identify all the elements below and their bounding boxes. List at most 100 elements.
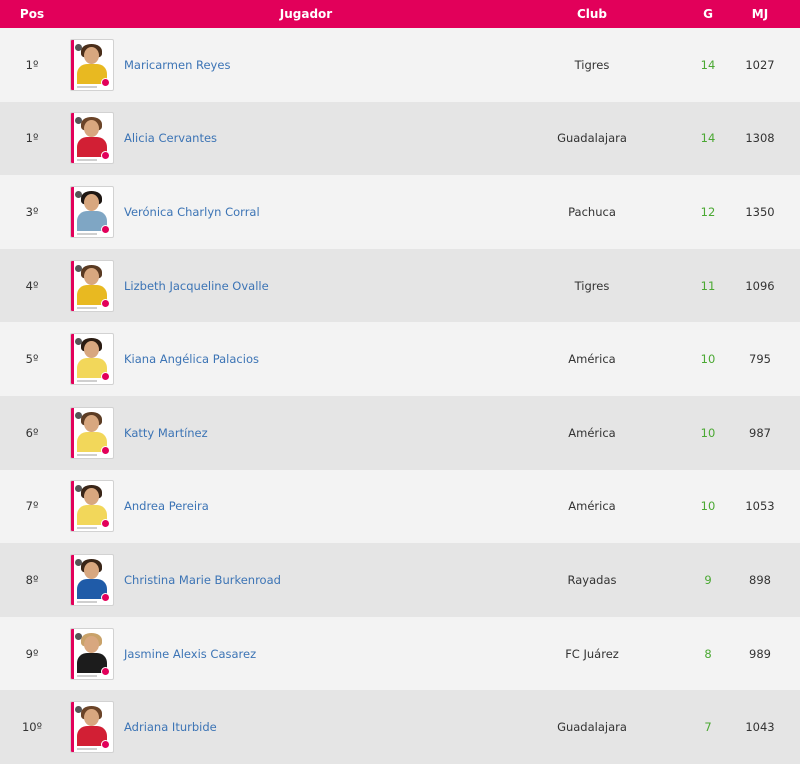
league-logo-icon bbox=[101, 224, 110, 234]
photo-cell bbox=[64, 112, 124, 165]
player-name-cell: Maricarmen Reyes bbox=[124, 58, 488, 72]
minutes-cell: 1308 bbox=[745, 131, 775, 146]
position-cell: 9º bbox=[25, 646, 39, 661]
player-photo[interactable] bbox=[70, 333, 114, 386]
player-face bbox=[84, 193, 99, 211]
position-cell: 3º bbox=[25, 204, 39, 219]
player-name-link[interactable]: Maricarmen Reyes bbox=[124, 58, 230, 72]
signature-line bbox=[77, 674, 97, 677]
player-face bbox=[84, 561, 99, 579]
signature-line bbox=[77, 748, 97, 751]
header-club: Club bbox=[576, 7, 608, 21]
table-row: 10º Adriana Iturbide Guadalajara 7 1043 bbox=[0, 690, 800, 764]
player-name-cell: Lizbeth Jacqueline Ovalle bbox=[124, 279, 488, 293]
player-face bbox=[84, 488, 99, 506]
goals-cell: 9 bbox=[704, 572, 712, 587]
player-name-cell: Adriana Iturbide bbox=[124, 720, 488, 734]
signature-line bbox=[77, 527, 97, 530]
goals-cell: 14 bbox=[700, 131, 716, 146]
table-row: 7º Andrea Pereira América 10 1053 bbox=[0, 469, 800, 544]
player-photo[interactable] bbox=[70, 480, 114, 533]
minutes-cell: 1053 bbox=[745, 499, 775, 514]
player-face bbox=[84, 709, 99, 727]
player-name-link[interactable]: Kiana Angélica Palacios bbox=[124, 352, 259, 366]
position-cell: 6º bbox=[25, 425, 39, 440]
header-goals: G bbox=[703, 7, 713, 21]
player-name-link[interactable]: Jasmine Alexis Casarez bbox=[124, 647, 256, 661]
player-name-cell: Katty Martínez bbox=[124, 426, 488, 440]
player-photo[interactable] bbox=[70, 553, 114, 606]
player-name-link[interactable]: Alicia Cervantes bbox=[124, 131, 217, 145]
position-cell: 4º bbox=[25, 278, 39, 293]
signature-line bbox=[77, 380, 97, 383]
player-photo[interactable] bbox=[70, 259, 114, 312]
player-face bbox=[84, 414, 99, 432]
minutes-cell: 1096 bbox=[745, 278, 775, 293]
player-name-link[interactable]: Adriana Iturbide bbox=[124, 720, 217, 734]
scorers-table: Pos Jugador Club G MJ 1º Maricarmen Reyes… bbox=[0, 0, 800, 764]
player-name-link[interactable]: Christina Marie Burkenroad bbox=[124, 573, 281, 587]
player-photo[interactable] bbox=[70, 185, 114, 238]
signature-line bbox=[77, 600, 97, 603]
player-name-cell: Verónica Charlyn Corral bbox=[124, 205, 488, 219]
club-cell: América bbox=[568, 499, 616, 514]
minutes-cell: 987 bbox=[749, 425, 771, 440]
position-cell: 5º bbox=[25, 352, 39, 367]
club-cell: América bbox=[568, 425, 616, 440]
goals-cell: 14 bbox=[700, 57, 716, 72]
league-logo-icon bbox=[101, 519, 110, 529]
league-logo-icon bbox=[101, 445, 110, 455]
player-name-link[interactable]: Verónica Charlyn Corral bbox=[124, 205, 260, 219]
photo-cell bbox=[64, 627, 124, 680]
player-face bbox=[84, 341, 99, 359]
minutes-cell: 1027 bbox=[745, 57, 775, 72]
position-cell: 7º bbox=[25, 499, 39, 514]
player-photo[interactable] bbox=[70, 38, 114, 91]
table-row: 9º Jasmine Alexis Casarez FC Juárez 8 989 bbox=[0, 616, 800, 691]
photo-cell bbox=[64, 333, 124, 386]
position-cell: 1º bbox=[25, 57, 39, 72]
minutes-cell: 989 bbox=[749, 646, 771, 661]
table-row: 4º Lizbeth Jacqueline Ovalle Tigres 11 1096 bbox=[0, 248, 800, 323]
photo-cell bbox=[64, 259, 124, 312]
position-cell: 10º bbox=[21, 720, 43, 735]
signature-line bbox=[77, 85, 97, 88]
photo-cell bbox=[64, 38, 124, 91]
table-row: 6º Katty Martínez América 10 987 bbox=[0, 395, 800, 470]
table-row: 1º Alicia Cervantes Guadalajara 14 1308 bbox=[0, 101, 800, 176]
player-photo[interactable] bbox=[70, 627, 114, 680]
photo-cell bbox=[64, 480, 124, 533]
minutes-cell: 898 bbox=[749, 572, 771, 587]
photo-cell bbox=[64, 701, 124, 754]
league-logo-icon bbox=[101, 151, 110, 161]
player-face bbox=[84, 635, 99, 653]
club-cell: Pachuca bbox=[568, 204, 616, 219]
league-logo-icon bbox=[101, 740, 110, 750]
signature-line bbox=[77, 453, 97, 456]
player-photo[interactable] bbox=[70, 112, 114, 165]
club-cell: Tigres bbox=[574, 278, 610, 293]
player-photo[interactable] bbox=[70, 406, 114, 459]
player-face bbox=[84, 267, 99, 285]
header-minutes: MJ bbox=[751, 7, 769, 21]
table-row: 5º Kiana Angélica Palacios América 10 795 bbox=[0, 322, 800, 396]
player-name-link[interactable]: Andrea Pereira bbox=[124, 499, 209, 513]
player-face bbox=[84, 120, 99, 138]
club-cell: Guadalajara bbox=[557, 720, 627, 735]
player-name-cell: Andrea Pereira bbox=[124, 499, 488, 513]
table-body: 1º Maricarmen Reyes Tigres 14 1027 1º Alicia C… bbox=[0, 28, 800, 764]
position-cell: 8º bbox=[25, 572, 39, 587]
header-pos: Pos bbox=[19, 7, 45, 21]
player-photo[interactable] bbox=[70, 701, 114, 754]
goals-cell: 10 bbox=[700, 499, 716, 514]
club-cell: Guadalajara bbox=[557, 131, 627, 146]
player-name-cell: Jasmine Alexis Casarez bbox=[124, 647, 488, 661]
signature-line bbox=[77, 159, 97, 162]
minutes-cell: 1043 bbox=[745, 720, 775, 735]
minutes-cell: 795 bbox=[749, 352, 771, 367]
player-name-link[interactable]: Lizbeth Jacqueline Ovalle bbox=[124, 279, 269, 293]
club-cell: Tigres bbox=[574, 57, 610, 72]
table-row: 8º Christina Marie Burkenroad Rayadas 9 898 bbox=[0, 543, 800, 617]
player-name-link[interactable]: Katty Martínez bbox=[124, 426, 208, 440]
player-name-cell: Kiana Angélica Palacios bbox=[124, 352, 488, 366]
